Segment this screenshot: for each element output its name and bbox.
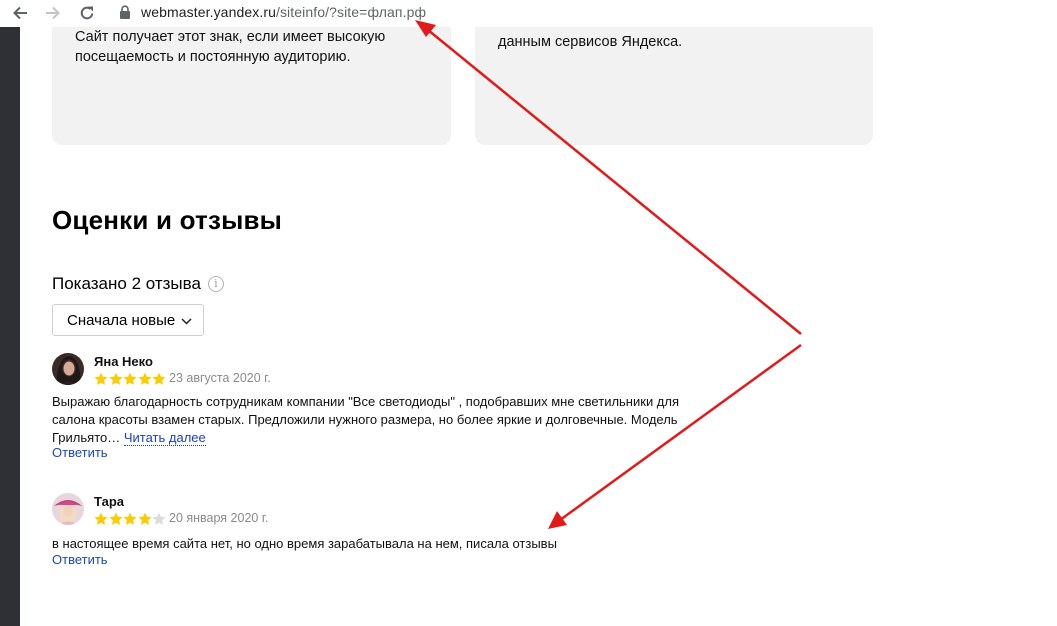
read-more-link[interactable]: Читать далее	[123, 430, 206, 446]
avatar[interactable]	[52, 353, 84, 385]
back-arrow-icon[interactable]	[9, 3, 31, 23]
sort-dropdown[interactable]: Сначала новые	[52, 304, 204, 336]
address-bar-url[interactable]: webmaster.yandex.ru/siteinfo/?site=флап.…	[141, 4, 426, 20]
reply-link[interactable]: Ответить	[52, 552, 108, 567]
sort-dropdown-label: Сначала новые	[67, 311, 176, 329]
review-item: Яна Неко 23 августа 2020 г. Выражаю благ…	[52, 353, 712, 463]
lock-icon	[119, 5, 131, 19]
star-filled-icon	[94, 372, 108, 385]
reviews-count-label: Показано 2 отзыва	[52, 274, 201, 293]
review-text: Выражаю благодарность сотрудникам компан…	[52, 393, 712, 447]
star-filled-icon	[109, 512, 123, 525]
star-empty-icon	[152, 512, 166, 525]
reply-link[interactable]: Ответить	[52, 445, 108, 460]
reload-icon[interactable]	[76, 3, 98, 23]
badge-info-text: Сайт получает этот знак, если имеет высо…	[75, 29, 386, 65]
reviews-count: Показано 2 отзыва i	[52, 274, 224, 294]
url-path: /siteinfo/?site=флап.рф	[275, 4, 427, 20]
review-author[interactable]: Тара	[94, 494, 124, 509]
star-filled-icon	[109, 372, 123, 385]
star-rating	[94, 512, 167, 525]
url-host: webmaster.yandex.ru	[141, 4, 276, 20]
review-date: 20 января 2020 г.	[169, 511, 269, 525]
star-filled-icon	[94, 512, 108, 525]
forward-arrow-icon[interactable]	[42, 3, 64, 23]
service-info-text: данным сервисов Яндекса.	[498, 34, 683, 50]
review-item: Тара 20 января 2020 г. в настоящее время…	[52, 493, 712, 573]
reviews-section-title: Оценки и отзывы	[52, 205, 283, 235]
left-sidebar-strip	[0, 27, 20, 626]
star-filled-icon	[138, 512, 152, 525]
chevron-down-icon	[181, 312, 192, 329]
info-icon[interactable]: i	[207, 276, 224, 292]
star-filled-icon	[138, 372, 152, 385]
service-info-card: данным сервисов Яндекса.	[475, 27, 873, 145]
review-author[interactable]: Яна Неко	[94, 354, 153, 369]
avatar[interactable]	[52, 493, 84, 525]
review-date: 23 августа 2020 г.	[169, 371, 271, 385]
review-text: в настоящее время сайта нет, но одно вре…	[52, 536, 557, 551]
star-rating	[94, 372, 167, 385]
browser-toolbar: webmaster.yandex.ru/siteinfo/?site=флап.…	[0, 0, 1057, 27]
star-filled-icon	[123, 512, 137, 525]
star-filled-icon	[123, 372, 137, 385]
badge-info-card: Сайт получает этот знак, если имеет высо…	[52, 27, 451, 145]
star-filled-icon	[152, 372, 166, 385]
